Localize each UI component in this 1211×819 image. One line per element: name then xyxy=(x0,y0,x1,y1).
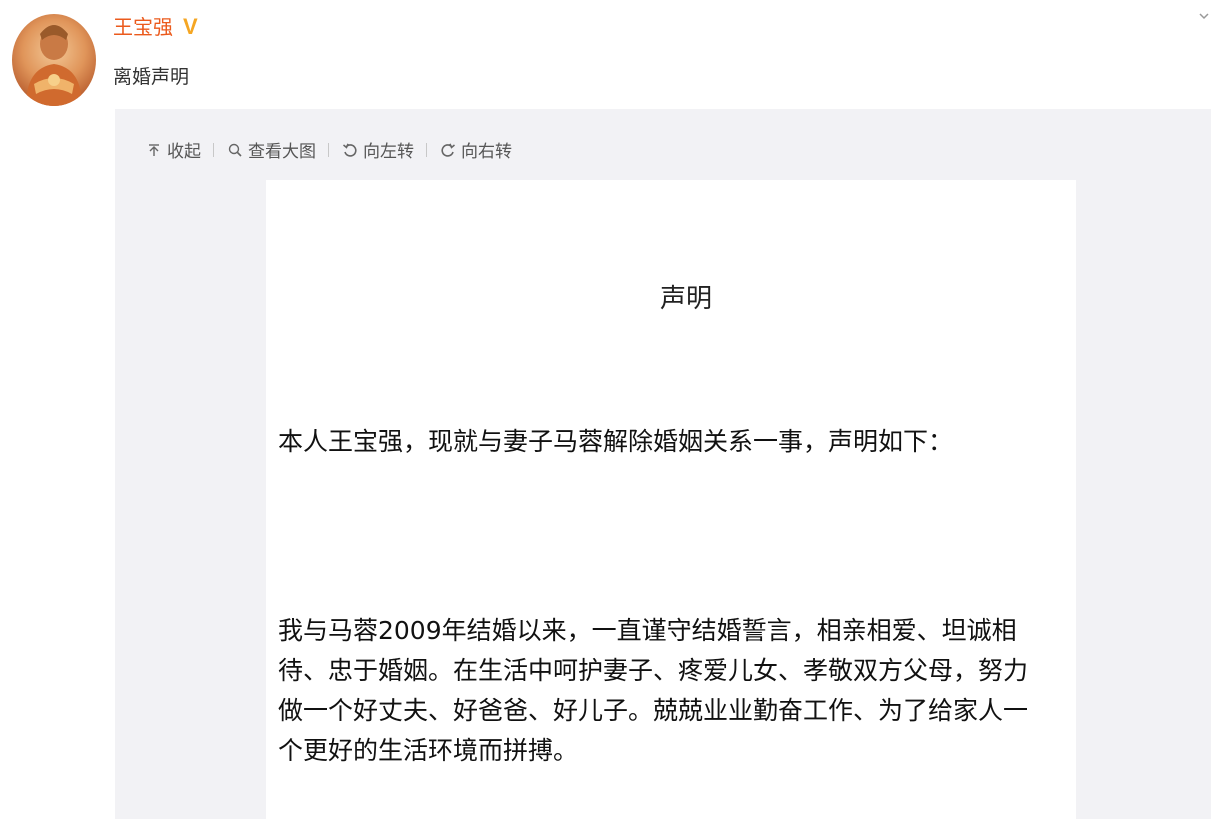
rotate-right-label: 向右转 xyxy=(461,142,512,162)
statement-paragraph: 我与马蓉2009年结婚以来，一直谨守结婚誓言，相亲相爱、坦诚相待、忠于婚姻。在生… xyxy=(278,616,1029,765)
toolbar-divider xyxy=(213,142,214,157)
statement-title: 声明 xyxy=(659,284,712,314)
verified-icon: V xyxy=(183,14,198,39)
statement-paragraph: 本人王宝强，现就与妻子马蓉解除婚姻关系一事，声明如下： xyxy=(278,427,954,456)
collapse-button[interactable]: 收起 xyxy=(145,137,201,162)
avatar-figure-icon xyxy=(26,25,82,106)
more-chevron-icon[interactable] xyxy=(1198,10,1210,24)
collapse-label: 收起 xyxy=(167,142,201,162)
view-large-label: 查看大图 xyxy=(248,142,316,162)
rotate-left-button[interactable]: 向左转 xyxy=(341,137,414,162)
toolbar-divider xyxy=(328,142,329,157)
post-header: 王宝强 V xyxy=(113,13,198,41)
rotate-right-button[interactable]: 向右转 xyxy=(439,137,512,162)
toolbar-divider xyxy=(426,142,427,157)
rotate-left-icon xyxy=(341,141,359,159)
statement-image[interactable]: 声明 本人王宝强，现就与妻子马蓉解除婚姻关系一事，声明如下： 我与马蓉2009年… xyxy=(266,180,1076,819)
rotate-left-label: 向左转 xyxy=(363,142,414,162)
search-icon xyxy=(226,141,244,159)
image-toolbar: 收起 查看大图 向左转 向右转 xyxy=(145,137,512,162)
rotate-right-icon xyxy=(439,141,457,159)
view-large-button[interactable]: 查看大图 xyxy=(226,137,316,162)
username-link[interactable]: 王宝强 xyxy=(113,13,173,41)
collapse-up-arrow-icon xyxy=(145,141,163,159)
weibo-post: 王宝强 V 离婚声明 收起 查看大图 向左转 向右转 声明 本人王宝强，现就与妻… xyxy=(0,0,1211,819)
image-viewer: 收起 查看大图 向左转 向右转 声明 本人王宝强，现就与妻子马蓉解除婚姻关系一事… xyxy=(115,109,1211,819)
avatar[interactable] xyxy=(12,14,96,106)
post-text: 离婚声明 xyxy=(113,66,190,88)
